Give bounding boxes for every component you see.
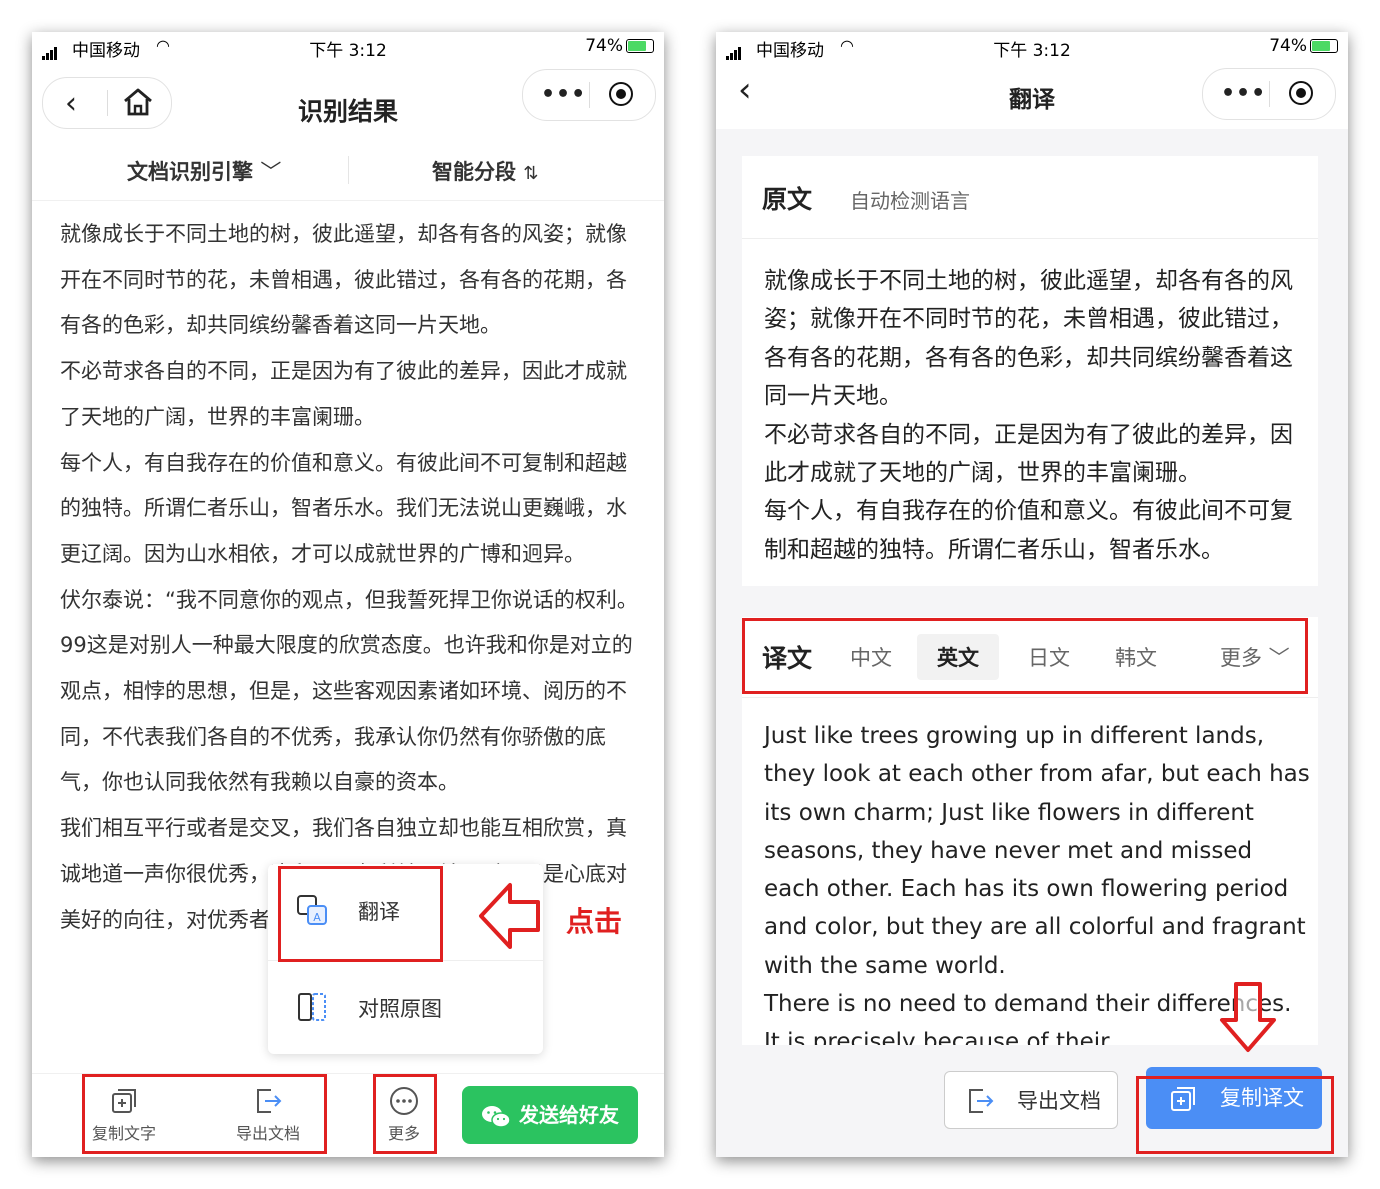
close-target-icon[interactable] <box>609 82 633 106</box>
chevron-down-icon: ﹀ <box>260 160 282 184</box>
sort-icon: ⇅ <box>523 163 539 184</box>
battery-icon <box>1310 39 1338 53</box>
paragraph: 每个人，有自我存在的价值和意义。有彼此间不可复制和超越的独特。所谓仁者乐山，智者… <box>764 498 1293 563</box>
clock: 下午 3:12 <box>309 41 387 61</box>
highlight-language-bar <box>742 618 1308 694</box>
more-dots-icon[interactable]: ••• <box>1221 81 1266 106</box>
paragraph: 每个人，有自我存在的价值和意义。有彼此间不可复制和超越的独特。所谓仁者乐山，智者… <box>60 450 627 566</box>
battery-indicator: 74% <box>585 36 654 56</box>
paragraph: 就像成长于不同土地的树，彼此遥望，却各有各的风姿；就像开在不同时节的花，未曾相遇… <box>764 268 1293 410</box>
pointer-arrow-down-icon <box>1220 982 1276 1052</box>
engine-dropdown[interactable]: 文档识别引擎 ﹀ <box>127 156 281 186</box>
export-doc-button[interactable]: 导出文档 <box>944 1071 1118 1129</box>
status-bar: 中国移动 ◠ 下午 3:12 74% <box>32 32 664 62</box>
click-hint-label: 点击 <box>566 905 623 938</box>
highlight-translate-item <box>278 866 443 962</box>
export-icon <box>969 1089 994 1113</box>
auto-detect-language[interactable]: 自动检测语言 <box>850 185 970 214</box>
highlight-more <box>373 1074 437 1154</box>
source-label: 原文 <box>762 185 813 214</box>
highlight-copy-translation <box>1136 1076 1334 1154</box>
battery-percent: 74% <box>1269 36 1307 56</box>
send-to-friend-button[interactable]: 发送给好友 <box>462 1086 638 1144</box>
battery-indicator: 74% <box>1269 36 1338 56</box>
source-header: 原文 自动检测语言 <box>742 156 1318 239</box>
highlight-copy-export <box>82 1074 327 1154</box>
source-text[interactable]: 就像成长于不同土地的树，彼此遥望，却各有各的风姿；就像开在不同时节的花，未曾相遇… <box>764 262 1304 569</box>
battery-icon <box>626 39 654 53</box>
clock: 下午 3:12 <box>993 41 1071 61</box>
status-bar: 中国移动 ◠ 下午 3:12 74% <box>716 32 1348 62</box>
recognized-text[interactable]: 就像成长于不同土地的树，彼此遥望，却各有各的风姿；就像开在不同时节的花，未曾相遇… <box>60 212 640 943</box>
more-dots-icon[interactable]: ••• <box>541 82 586 107</box>
phone-recognition-result: 中国移动 ◠ 下午 3:12 74% ‹ 识别结果 ••• 文档识别引擎 ﹀ 智… <box>32 32 664 1157</box>
battery-percent: 74% <box>585 36 623 56</box>
close-target-icon[interactable] <box>1289 81 1313 105</box>
compare-icon <box>298 993 326 1021</box>
paragraph: Just like trees growing up in different … <box>764 723 1310 979</box>
wechat-icon <box>482 1105 511 1128</box>
smart-segment-toggle[interactable]: 智能分段 ⇅ <box>432 156 538 186</box>
source-text-card: 原文 自动检测语言 就像成长于不同土地的树，彼此遥望，却各有各的风姿；就像开在不… <box>742 156 1318 586</box>
menu-item-compare-original[interactable]: 对照原图 <box>268 960 543 1053</box>
pointer-arrow-left-icon <box>479 883 540 949</box>
mini-program-capsule: ••• <box>522 69 656 121</box>
paragraph: 伏尔泰说：“我不同意你的观点，但我誓死捍卫你说话的权利。99这是对别人一种最大限… <box>60 587 638 795</box>
paragraph: 不必苛求各自的不同，正是因为有了彼此的差异，因此才成就了天地的广阔，世界的丰富阑… <box>60 359 627 429</box>
paragraph: 不必苛求各自的不同，正是因为有了彼此的差异，因此才成就了天地的广阔，世界的丰富阑… <box>764 421 1293 487</box>
paragraph: 就像成长于不同土地的树，彼此遥望，却各有各的风姿；就像开在不同时节的花，未曾相遇… <box>60 222 627 338</box>
subtab-bar: 文档识别引擎 ﹀ 智能分段 ⇅ <box>32 144 664 201</box>
mini-program-capsule: ••• <box>1202 68 1336 120</box>
